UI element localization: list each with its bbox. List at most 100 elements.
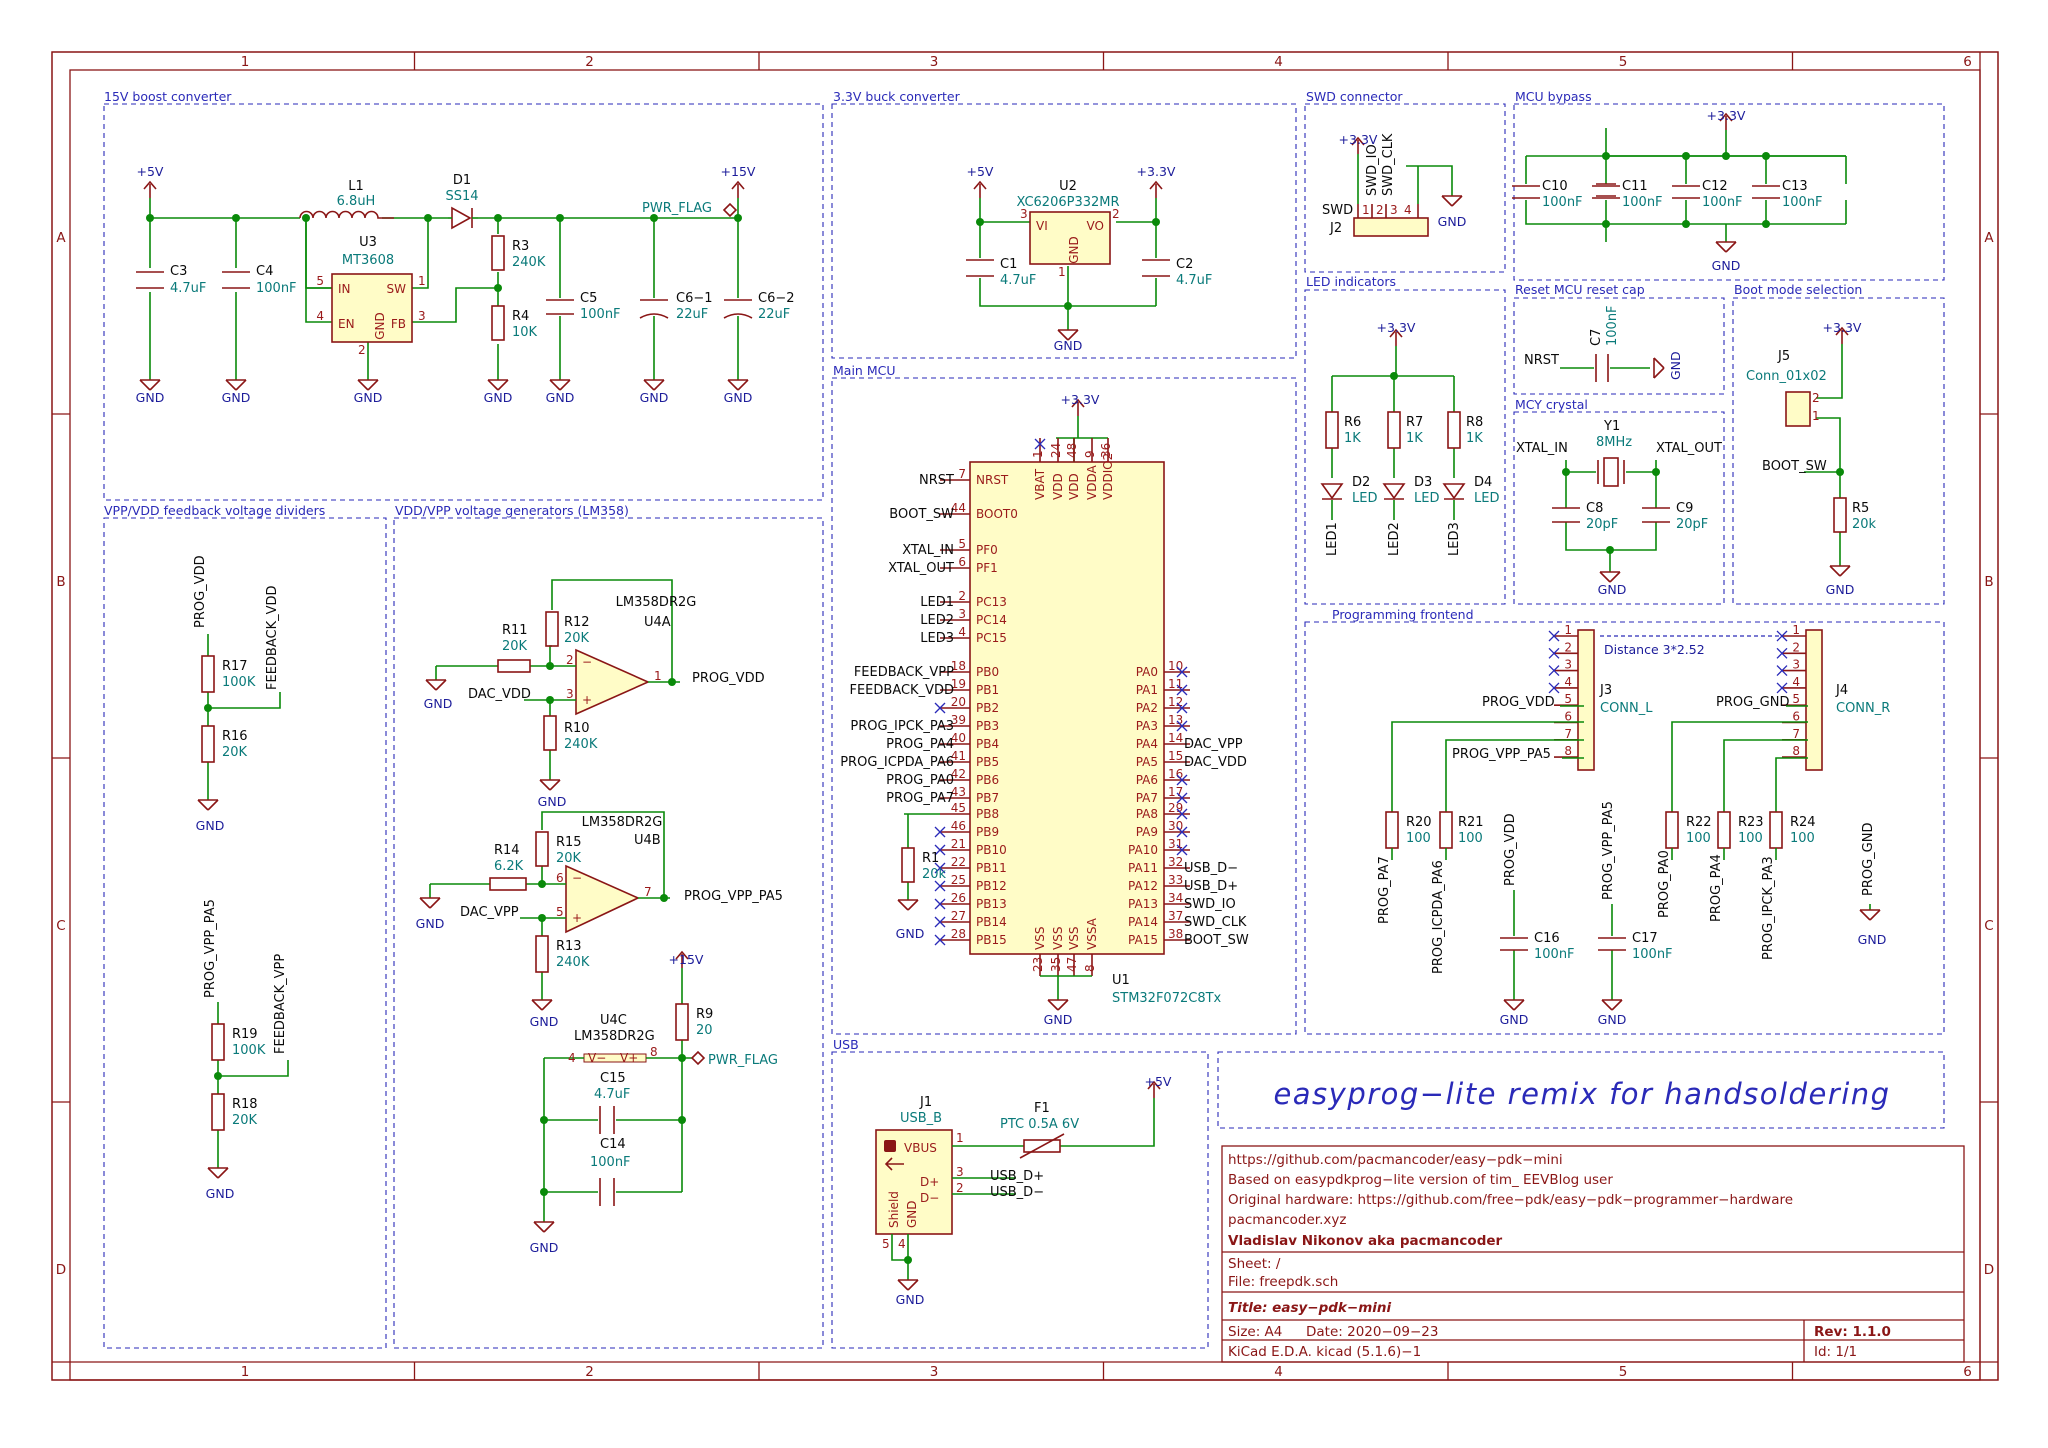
u3-num-4: 4 [316, 309, 324, 323]
boot-gnd: GND [1826, 582, 1855, 597]
buck-gnd: GND [1054, 338, 1083, 353]
mcu-pin-pb15: PB15 [976, 933, 1007, 947]
frame-row-left-A: A [56, 230, 66, 246]
r24-ref: R24 [1790, 815, 1816, 830]
c15-value: 4.7uF [594, 1087, 630, 1102]
boost-gnd-5: GND [546, 390, 575, 405]
frame-col-bottom-1: 1 [241, 1364, 250, 1380]
frame-row-left-D: D [56, 1262, 66, 1278]
c15-ref: C15 [600, 1071, 626, 1086]
r9-value: 20 [696, 1023, 713, 1038]
prog-net-vdd: PROG_VDD [1503, 813, 1518, 886]
mcu-pin-pa10: PA10 [1128, 843, 1158, 857]
r7-value: 1K [1406, 431, 1423, 446]
div-progvpp: PROG_VPP_PA5 [203, 899, 218, 998]
c10-value: 100nF [1542, 195, 1583, 210]
r16-value: 20K [222, 745, 248, 760]
prog-progvdd-label: PROG_VDD [1482, 695, 1555, 710]
boot-sw-net: BOOT_SW [1762, 459, 1827, 474]
boost-p5v: +5V [137, 164, 164, 179]
voltage-generators: − + LM358DR2G U4A R11 20K R12 20K R10 24… [416, 579, 783, 1255]
buck-p33: +3.3V [1137, 164, 1176, 179]
u2-pin-vi: VI [1036, 219, 1048, 233]
mcu-pin-pb7: PB7 [976, 791, 999, 805]
mcu-pinnum-top-36: 36 [1099, 443, 1113, 458]
usb-dp-net: USB_D+ [990, 1169, 1044, 1184]
u3-num-3: 3 [418, 309, 426, 323]
mcu-pin-pa3: PA3 [1136, 719, 1158, 733]
c11-ref: C11 [1622, 179, 1648, 194]
c17-value: 100nF [1632, 947, 1673, 962]
mcu-pinnum-top-1: 1 [1031, 450, 1045, 458]
j3-pinnum-4: 4 [1564, 675, 1572, 689]
u3-pin-sw: SW [387, 282, 407, 296]
j4-pinnum-1: 1 [1792, 623, 1800, 637]
c11-value: 100nF [1622, 195, 1663, 210]
u4c-value: LM358DR2G [574, 1029, 655, 1044]
r7-ref: R7 [1406, 415, 1423, 430]
c62-ref: C6−2 [758, 291, 795, 306]
mcu-pin-pb10: PB10 [976, 843, 1007, 857]
block-title-reset: Reset MCU reset cap [1515, 282, 1645, 297]
r22-value: 100 [1686, 831, 1711, 846]
main-mcu: U1 STM32F072C8Tx +3.3V NRST7NRSTBOOT044B… [840, 392, 1249, 1027]
r9-ref: R9 [696, 1007, 713, 1022]
c61-value: 22uF [676, 307, 708, 322]
u4a-plus: + [582, 693, 592, 707]
c1-value: 4.7uF [1000, 273, 1036, 288]
j1-ref: J1 [919, 1095, 932, 1110]
frame-col-top-4: 4 [1274, 54, 1283, 70]
crystal: Y1 8MHz XTAL_IN XTAL_OUT C8 20pF C9 20pF… [1516, 419, 1722, 597]
r21-value: 100 [1458, 831, 1483, 846]
mcu-net-boot0: BOOT_SW [889, 507, 954, 522]
u4b-num-7: 7 [644, 885, 652, 899]
j3-pinnum-8: 8 [1564, 744, 1572, 758]
tb-tool: KiCad E.D.A. kicad (5.1.6)−1 [1228, 1344, 1421, 1360]
j1-num-5: 5 [882, 1237, 890, 1251]
c4-ref: C4 [256, 264, 273, 279]
r12-ref: R12 [564, 615, 590, 630]
mcu-net-pc13: LED1 [920, 595, 954, 610]
u4a-num-1: 1 [654, 669, 662, 683]
c7-value: 100nF [1605, 305, 1620, 346]
usb-dm-net: USB_D− [990, 1185, 1044, 1200]
c2-ref: C2 [1176, 257, 1193, 272]
mcu-pin-pa13: PA13 [1128, 897, 1158, 911]
prog-progvpp-label: PROG_VPP_PA5 [1452, 747, 1551, 762]
buck-p5v: +5V [967, 164, 994, 179]
y1-ref: Y1 [1603, 419, 1620, 434]
bypass-p33: +3.3V [1707, 108, 1746, 123]
frame-row-right-A: A [1984, 230, 1994, 246]
mcu-pin-pb0: PB0 [976, 665, 999, 679]
j1-pin-vbus: VBUS [904, 1141, 937, 1155]
mcu-pinnum-21: 21 [951, 837, 966, 851]
usb-gnd: GND [896, 1292, 925, 1307]
mcu-pinnum-20: 20 [951, 695, 966, 709]
u3-num-5: 5 [316, 274, 324, 288]
c7-ref: C7 [1589, 329, 1604, 346]
mcu-pin-pa5: PA5 [1136, 755, 1158, 769]
r3-value: 240K [512, 255, 546, 270]
r16-ref: R16 [222, 729, 248, 744]
buck-converter: +5V +3.3V U2 XC6206P332MR VI VO GND 3 2 … [966, 164, 1212, 353]
mcu-pinnum-top-24: 24 [1049, 443, 1063, 458]
tb-title: Title: easy−pdk−mini [1228, 1300, 1392, 1316]
mcu-pin-pb3: PB3 [976, 719, 999, 733]
crystal-xout: XTAL_OUT [1656, 441, 1722, 456]
prog-net-ipck: PROG_IPCK_PA3 [1761, 856, 1776, 960]
block-title-usb: USB [833, 1037, 859, 1052]
r14-value: 6.2K [494, 859, 524, 874]
programming-frontend: 12345678 12345678 Distance 3*2.52 J3 CON… [1377, 623, 1890, 1027]
mcu-pinnum-4: 4 [958, 625, 966, 639]
boost-gnd-1: GND [136, 390, 165, 405]
tb-sheet: Sheet: / [1228, 1256, 1281, 1272]
mcu-net-pb3: PROG_IPCK_PA3 [850, 719, 954, 734]
mcu-pin-top-4: VDDIO2 [1101, 453, 1115, 500]
boost-gnd-2: GND [222, 390, 251, 405]
block-title-mcu: Main MCU [833, 363, 895, 378]
c13-ref: C13 [1782, 179, 1808, 194]
mcu-p33: +3.3V [1061, 392, 1100, 407]
mcu-pinnum-top-48: 48 [1065, 443, 1079, 458]
d1-value: SS14 [445, 189, 478, 204]
swd-clk-label: SWD_CLK [1381, 133, 1396, 196]
